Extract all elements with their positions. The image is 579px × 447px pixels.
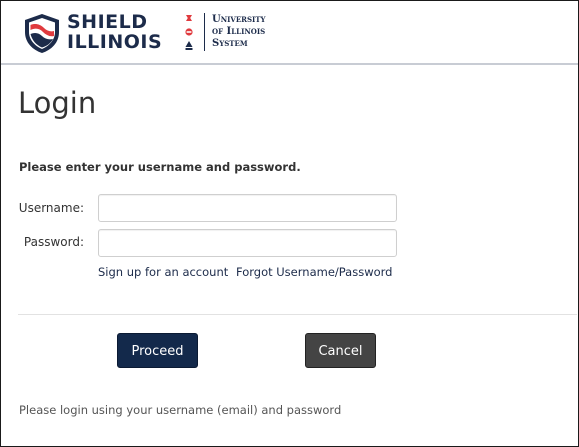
signup-link[interactable]: Sign up for an account [98,265,228,279]
page-title: Login [18,86,97,120]
uis-emblem-icon [185,15,193,50]
password-input[interactable] [98,229,397,257]
proceed-button[interactable]: Proceed [117,333,198,368]
system-name-line3: System [212,38,248,49]
section-divider [18,314,577,315]
site-header: SHIELD ILLINOIS University of Illinois S… [1,1,578,65]
password-label: Password: [23,235,84,249]
cancel-button[interactable]: Cancel [305,333,376,368]
brand-name-line2: ILLINOIS [67,31,163,53]
username-input[interactable] [98,194,397,222]
system-name-line1: University [212,14,266,25]
login-help-note: Please login using your username (email)… [19,403,342,417]
system-name-line2: of Illinois [212,26,266,37]
forgot-credentials-link[interactable]: Forgot Username/Password [236,265,392,279]
shield-illinois-logo-icon [25,14,59,53]
logo-divider [204,13,205,51]
username-label: Username: [18,201,84,215]
login-window [0,0,579,447]
login-instructions: Please enter your username and password. [19,160,301,174]
brand-name-line1: SHIELD [67,11,148,33]
